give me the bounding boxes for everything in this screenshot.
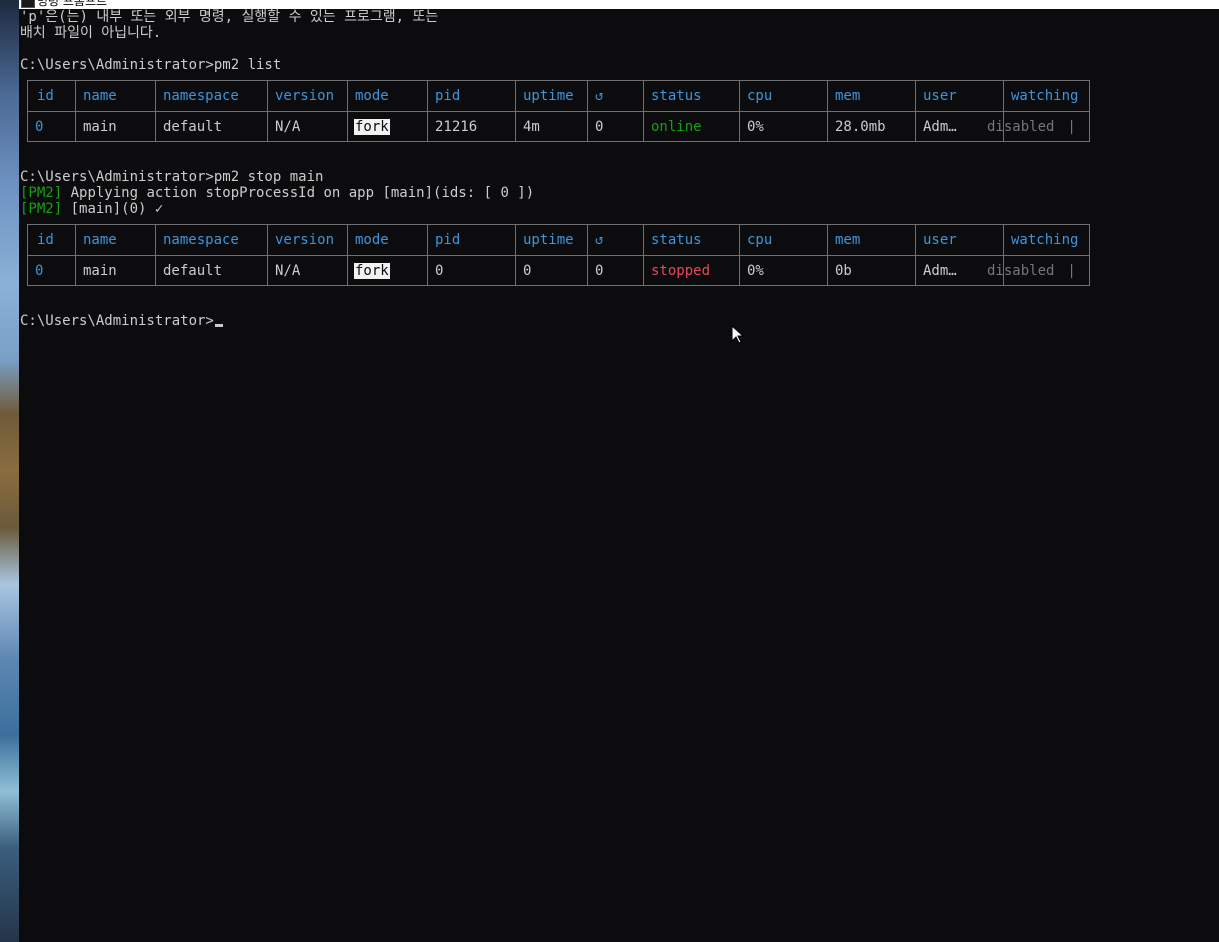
prompt-text: C:\Users\Administrator>	[20, 313, 214, 329]
cell-namespace: default	[163, 119, 223, 135]
cell-pid: 21216	[435, 119, 478, 135]
col-version: version	[275, 88, 335, 104]
cell-restarts: 0	[595, 263, 604, 279]
cell-id: 0	[35, 119, 44, 135]
cell-user: Adm…	[923, 119, 957, 135]
col-status: status	[651, 232, 702, 248]
console-output[interactable]: 'p'은(는) 내부 또는 외부 명령, 실행할 수 있는 프로그램, 또는 배…	[19, 9, 1219, 942]
table-row: 0 main default N/A fork 21216 4m 0 onlin…	[28, 112, 1089, 142]
col-name: name	[83, 88, 117, 104]
desktop-wallpaper	[0, 0, 19, 942]
col-status: status	[651, 88, 702, 104]
prompt-pm2-list: C:\Users\Administrator>pm2 list	[20, 57, 282, 73]
cell-version: N/A	[275, 119, 301, 135]
cell-cpu: 0%	[747, 119, 764, 135]
cell-mem: 0b	[835, 263, 852, 279]
table-header-row: id name namespace version mode pid uptim…	[28, 225, 1089, 255]
window-title: 명령 프롬프트	[37, 0, 108, 8]
pm2-list-table: id name namespace version mode pid uptim…	[27, 80, 1090, 142]
prompt-pm2-stop: C:\Users\Administrator>pm2 stop main	[20, 169, 324, 185]
col-namespace: namespace	[163, 232, 239, 248]
col-user: user	[923, 88, 957, 104]
cell-status: online	[651, 119, 702, 135]
col-id: id	[37, 232, 54, 248]
restart-icon: ↺	[595, 232, 604, 248]
pm2-message-text: Applying action stopProcessId on app [ma…	[62, 185, 535, 201]
col-pid: pid	[435, 88, 461, 104]
current-prompt[interactable]: C:\Users\Administrator>	[20, 313, 223, 329]
col-watching: watching	[1011, 88, 1079, 104]
cell-status: stopped	[651, 263, 711, 279]
cell-id: 0	[35, 263, 44, 279]
col-mode: mode	[355, 88, 389, 104]
text-cursor	[214, 324, 223, 327]
cell-user: Adm…	[923, 263, 957, 279]
col-cpu: cpu	[747, 88, 773, 104]
cell-mode: fork	[354, 119, 390, 135]
col-watching: watching	[1011, 232, 1079, 248]
cell-pid: 0	[435, 263, 444, 279]
cell-name: main	[83, 119, 117, 135]
col-uptime: uptime	[523, 88, 574, 104]
pm2-tag: [PM2]	[20, 201, 63, 217]
cell-mode: fork	[354, 263, 390, 279]
col-mem: mem	[835, 232, 861, 248]
pm2-message-text: [main](0) ✓	[62, 201, 164, 217]
col-cpu: cpu	[747, 232, 773, 248]
col-mode: mode	[355, 232, 389, 248]
pm2-message-1: [PM2] Applying action stopProcessId on a…	[20, 185, 534, 201]
col-uptime: uptime	[523, 232, 574, 248]
cell-name: main	[83, 263, 117, 279]
error-line-1: 'p'은(는) 내부 또는 외부 명령, 실행할 수 있는 프로그램, 또는	[20, 9, 439, 25]
cell-row-end: |	[1059, 263, 1076, 279]
cell-uptime: 0	[523, 263, 532, 279]
cell-mem: 28.0mb	[835, 119, 886, 135]
table-row: 0 main default N/A fork 0 0 0 stopped 0%…	[28, 256, 1089, 286]
cell-watching: disabled	[987, 119, 1055, 135]
col-mem: mem	[835, 88, 861, 104]
cell-cpu: 0%	[747, 263, 764, 279]
table-header-row: id name namespace version mode pid uptim…	[28, 81, 1089, 111]
col-name: name	[83, 232, 117, 248]
pm2-stop-table: id name namespace version mode pid uptim…	[27, 224, 1090, 286]
pm2-tag: [PM2]	[20, 185, 63, 201]
restart-icon: ↺	[595, 88, 604, 104]
error-line-2: 배치 파일이 아닙니다.	[20, 25, 162, 41]
cell-version: N/A	[275, 263, 301, 279]
cell-watching: disabled	[987, 263, 1055, 279]
cell-uptime: 4m	[523, 119, 540, 135]
col-user: user	[923, 232, 957, 248]
pm2-message-2: [PM2] [main](0) ✓	[20, 201, 163, 217]
mouse-pointer-icon	[731, 325, 745, 344]
cell-row-end: |	[1059, 119, 1076, 135]
cell-restarts: 0	[595, 119, 604, 135]
cell-namespace: default	[163, 263, 223, 279]
cmd-window-icon	[21, 0, 35, 8]
window-title-bar[interactable]: 명령 프롬프트	[19, 0, 1219, 9]
col-id: id	[37, 88, 54, 104]
col-version: version	[275, 232, 335, 248]
col-pid: pid	[435, 232, 461, 248]
col-namespace: namespace	[163, 88, 239, 104]
